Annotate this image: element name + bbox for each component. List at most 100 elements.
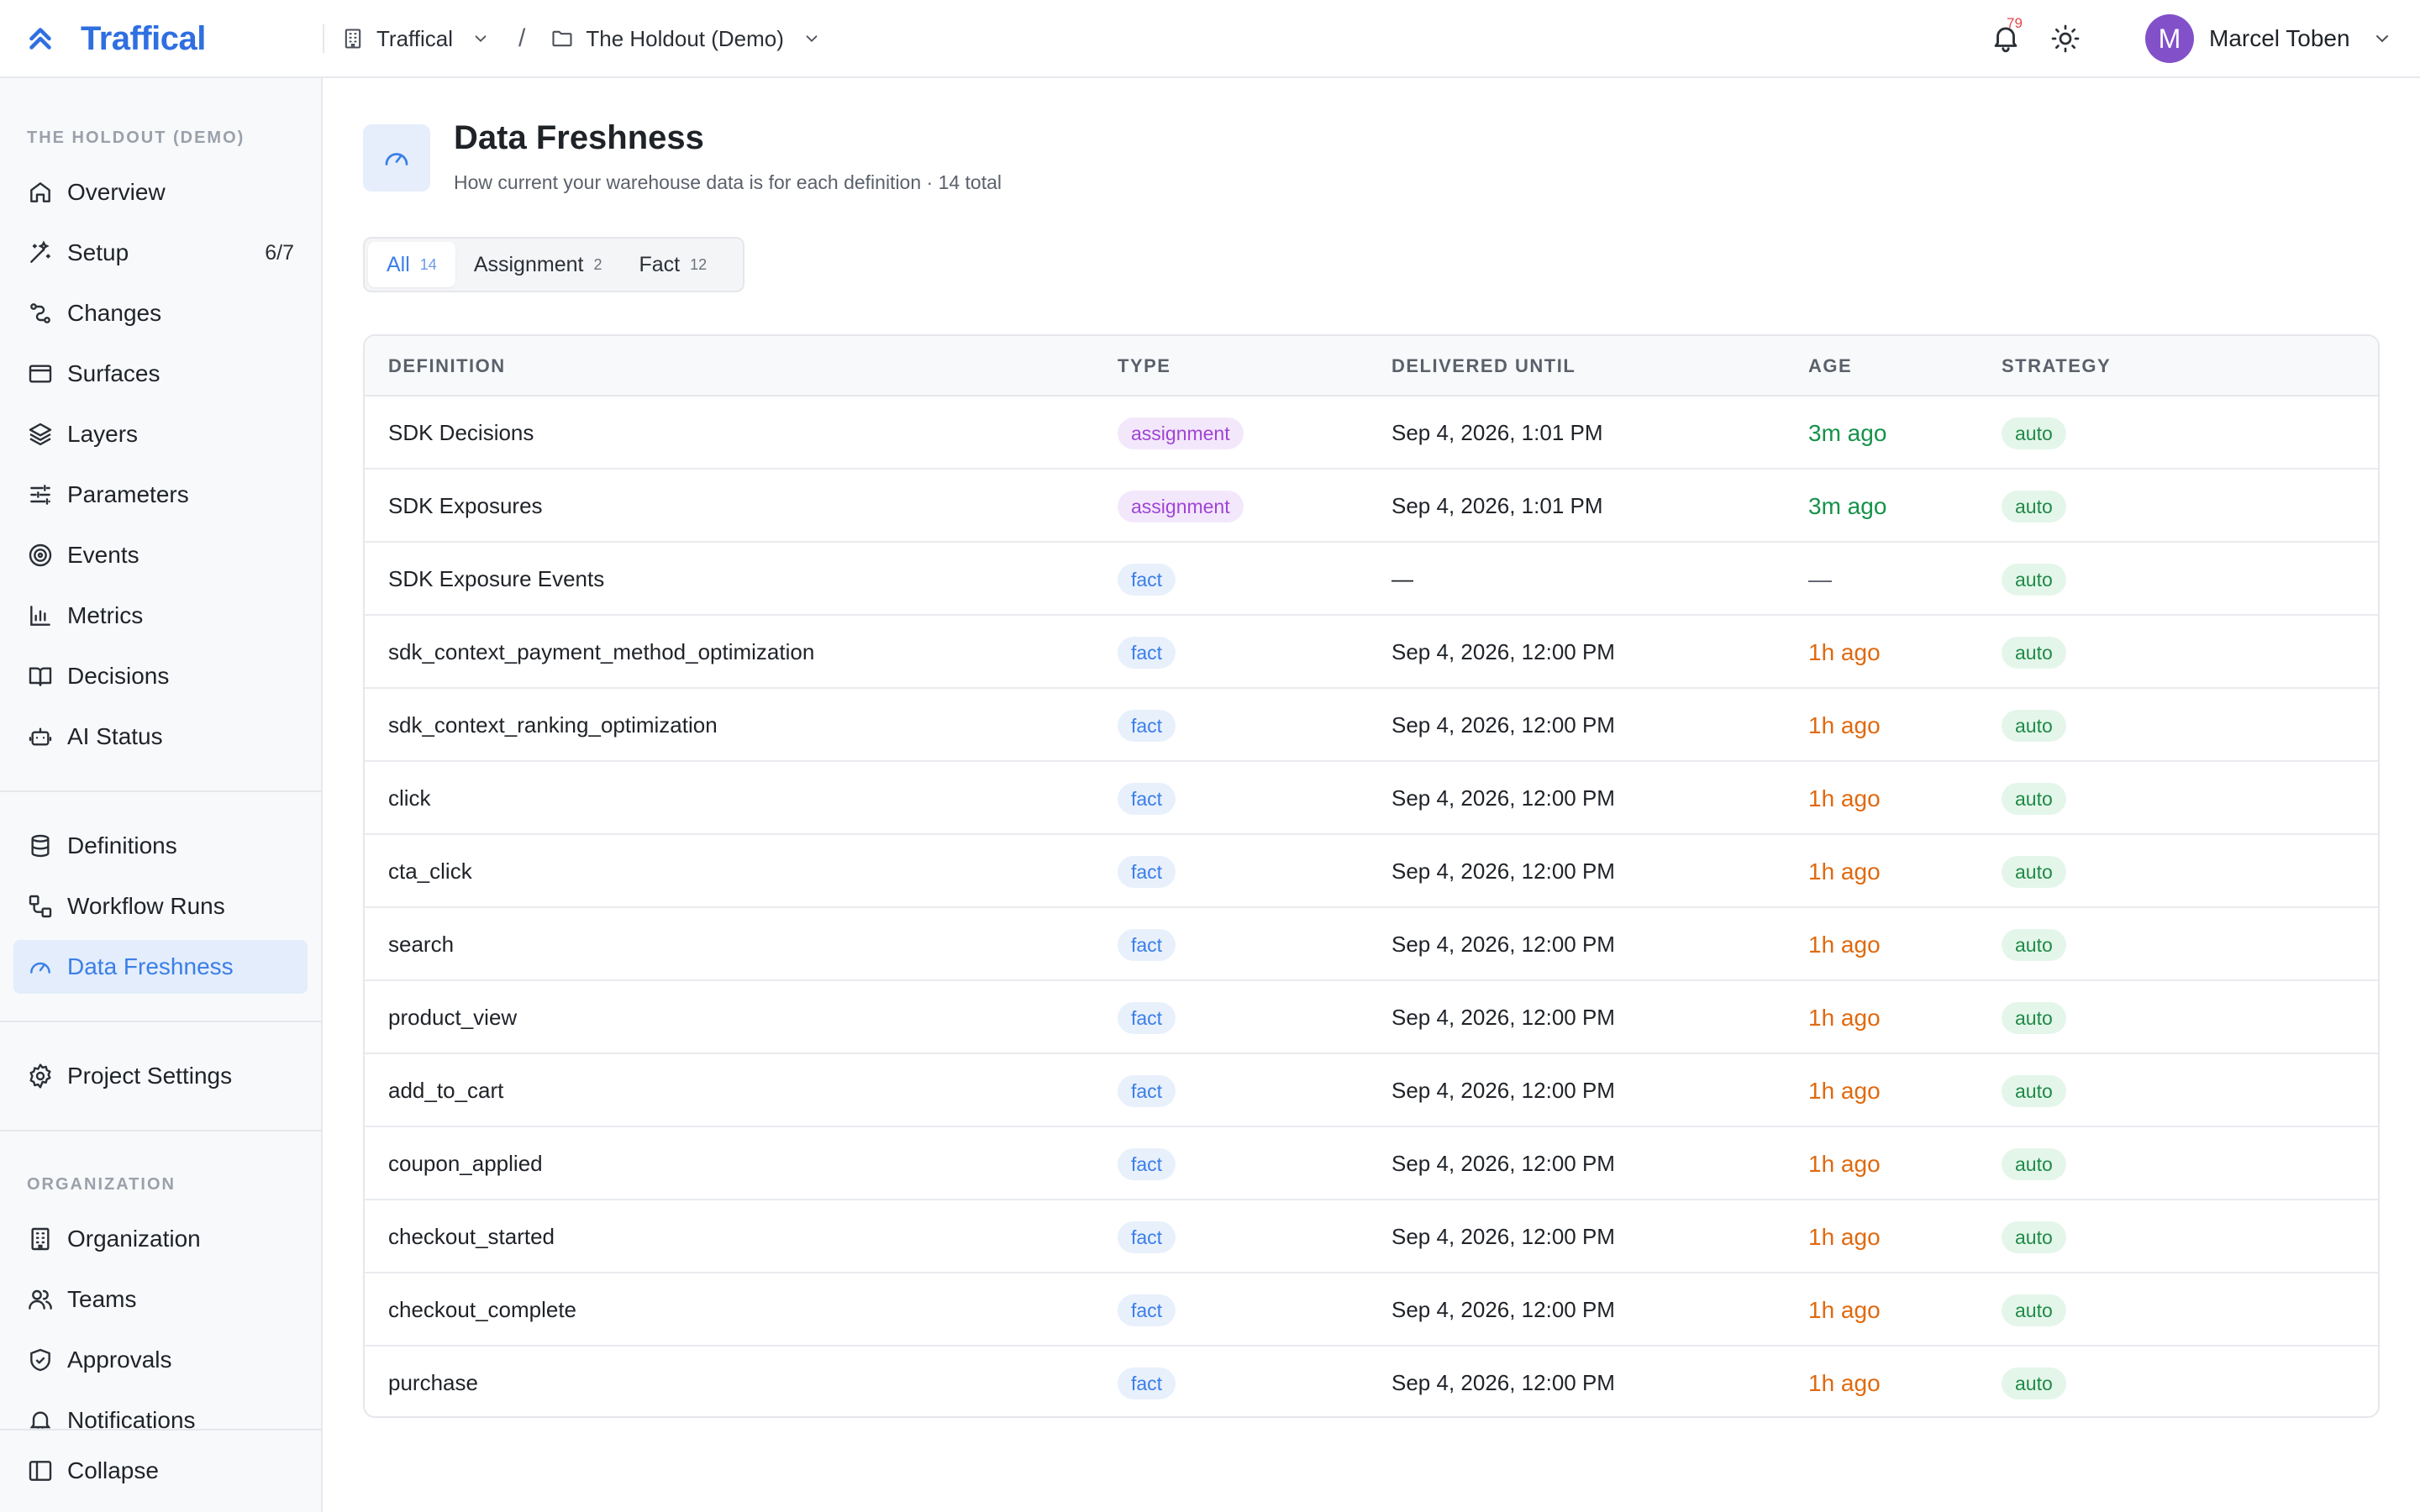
delivered-until-cell: Sep 4, 2026, 12:00 PM <box>1392 908 1615 981</box>
avatar: M <box>2145 14 2194 63</box>
building-icon <box>31 1227 50 1251</box>
strategy-cell: auto <box>2002 1200 2066 1273</box>
column-header-type[interactable]: TYPE <box>1118 336 1171 396</box>
sidebar-item-definitions[interactable]: Definitions <box>13 819 308 873</box>
table-row[interactable]: sdk_context_ranking_optimization fact Sep … <box>365 689 2378 762</box>
strategy-cell: auto <box>2002 616 2066 689</box>
age-cell: 1h ago <box>1808 1127 1881 1200</box>
layers-icon <box>29 423 52 446</box>
column-header-definition[interactable]: DEFINITION <box>388 336 506 396</box>
chevron-down-icon <box>806 35 818 43</box>
sidebar-item-label: Overview <box>67 179 166 205</box>
type-badge: fact <box>1118 563 1176 596</box>
definition-cell: sdk_context_ranking_optimization <box>388 689 718 762</box>
sidebar-item-organization[interactable]: Organization <box>13 1212 308 1266</box>
strategy-badge: auto <box>2002 1221 2066 1253</box>
definition-cell: SDK Decisions <box>388 396 534 470</box>
column-header-strategy[interactable]: STRATEGY <box>2002 336 2111 396</box>
table-row[interactable]: SDK Exposure Events fact — — auto <box>365 543 2378 616</box>
delivered-until-cell: Sep 4, 2026, 12:00 PM <box>1392 981 1615 1054</box>
delivered-until-cell: Sep 4, 2026, 12:00 PM <box>1392 1054 1615 1127</box>
tab-assignment[interactable]: Assignment 2 <box>455 242 621 287</box>
strategy-cell: auto <box>2002 908 2066 981</box>
sidebar-item-workflow-runs[interactable]: Workflow Runs <box>13 879 308 933</box>
table-row[interactable]: checkout_complete fact Sep 4, 2026, 12:00 … <box>365 1273 2378 1347</box>
sidebar-item-layers[interactable]: Layers <box>13 407 308 461</box>
definition-name: SDK Decisions <box>388 420 534 445</box>
column-header-delivered-until[interactable]: DELIVERED UNTIL <box>1392 336 1576 396</box>
strategy-badge: auto <box>2002 1294 2066 1326</box>
type-cell: fact <box>1118 1200 1176 1273</box>
definition-cell: SDK Exposure Events <box>388 543 604 616</box>
sidebar-item-project-settings[interactable]: Project Settings <box>13 1049 308 1103</box>
type-badge: fact <box>1118 1294 1176 1326</box>
sidebar-item-overview[interactable]: Overview <box>13 165 308 219</box>
strategy-badge: auto <box>2002 1147 2066 1180</box>
sidebar-item-metrics[interactable]: Metrics <box>13 589 308 643</box>
table-row[interactable]: purchase fact Sep 4, 2026, 12:00 PM 1h ago a… <box>365 1347 2378 1416</box>
age-value: 1h ago <box>1808 711 1881 738</box>
wand-icon <box>30 240 50 263</box>
age-value: 1h ago <box>1808 1223 1881 1250</box>
type-cell: fact <box>1118 1127 1176 1200</box>
theme-toggle-sun-icon[interactable] <box>2050 24 2081 54</box>
table-row[interactable]: search fact Sep 4, 2026, 12:00 PM 1h ago aut… <box>365 908 2378 981</box>
strategy-cell: auto <box>2002 1273 2066 1347</box>
sidebar-item-ai-status[interactable]: AI Status <box>13 710 308 764</box>
sidebar-item-data-freshness[interactable]: Data Freshness <box>13 940 308 994</box>
traffical-logo-icon <box>29 28 51 50</box>
delivered-until-value: — <box>1392 566 1413 591</box>
breadcrumb-org[interactable]: Traffical <box>341 26 490 52</box>
definition-name: sdk_context_payment_method_optimization <box>388 639 815 664</box>
users-icon <box>29 1289 52 1310</box>
definition-cell: checkout_started <box>388 1200 555 1273</box>
user-menu[interactable]: M Marcel Toben <box>2145 14 2392 63</box>
sidebar-item-surfaces[interactable]: Surfaces <box>13 347 308 401</box>
sidebar-item-label: AI Status <box>67 723 163 749</box>
column-header-age[interactable]: AGE <box>1808 336 1852 396</box>
tab-fact[interactable]: Fact 12 <box>620 242 725 287</box>
table-row[interactable]: checkout_started fact Sep 4, 2026, 12:00 P… <box>365 1200 2378 1273</box>
app-logo[interactable]: Traffical <box>25 18 206 59</box>
breadcrumb-project[interactable]: The Holdout (Demo) <box>550 26 821 52</box>
delivered-until-value: Sep 4, 2026, 12:00 PM <box>1392 1224 1615 1249</box>
sidebar-collapse-icon <box>29 1461 52 1481</box>
sidebar-item-setup[interactable]: Setup 6/7 <box>13 226 308 280</box>
page-title: Data Freshness <box>454 119 704 156</box>
sidebar-item-changes[interactable]: Changes <box>13 286 308 340</box>
sidebar-item-parameters[interactable]: Parameters <box>13 468 308 522</box>
sidebar-item-approvals[interactable]: Approvals <box>13 1333 308 1387</box>
collapse-button[interactable]: Collapse <box>13 1444 308 1498</box>
delivered-until-value: Sep 4, 2026, 12:00 PM <box>1392 1078 1615 1103</box>
type-cell: fact <box>1118 835 1176 908</box>
table-row[interactable]: coupon_applied fact Sep 4, 2026, 12:00 PM 1… <box>365 1127 2378 1200</box>
table-row[interactable]: product_view fact Sep 4, 2026, 12:00 PM 1h … <box>365 981 2378 1054</box>
sidebar-item-label: Definitions <box>67 832 177 858</box>
tab-all[interactable]: All 14 <box>368 242 455 287</box>
type-badge: assignment <box>1118 490 1244 522</box>
table-row[interactable]: cta_click fact Sep 4, 2026, 12:00 PM 1h ago… <box>365 835 2378 908</box>
age-value: 1h ago <box>1808 1369 1881 1396</box>
delivered-until-value: Sep 4, 2026, 12:00 PM <box>1392 712 1615 738</box>
page-subtitle: How current your warehouse data is for e… <box>454 171 1002 193</box>
notifications-count-badge: 79 <box>2007 15 2023 31</box>
freshness-table: DEFINITION TYPE DELIVERED UNTIL AGE STRA… <box>363 334 2380 1418</box>
table-row[interactable]: sdk_context_payment_method_optimization f… <box>365 616 2378 689</box>
type-badge: fact <box>1118 1001 1176 1034</box>
top-bar: Traffical Traffical / The Holdout (Demo)… <box>0 0 2420 78</box>
table-row[interactable]: SDK Exposures assignment Sep 4, 2026, 1:01… <box>365 470 2378 543</box>
sidebar-footer: Collapse <box>0 1429 321 1512</box>
sidebar-item-decisions[interactable]: Decisions <box>13 649 308 703</box>
gauge-icon <box>30 962 50 974</box>
sidebar-item-events[interactable]: Events <box>13 528 308 582</box>
age-value: 1h ago <box>1808 1077 1881 1104</box>
definition-cell: SDK Exposures <box>388 470 543 543</box>
type-badge: fact <box>1118 1074 1176 1107</box>
table-row[interactable]: add_to_cart fact Sep 4, 2026, 12:00 PM 1h a… <box>365 1054 2378 1127</box>
table-row[interactable]: SDK Decisions assignment Sep 4, 2026, 1:01… <box>365 396 2378 470</box>
age-value: — <box>1808 565 1832 592</box>
delivered-until-value: Sep 4, 2026, 12:00 PM <box>1392 1370 1615 1395</box>
sidebar-item-teams[interactable]: Teams <box>13 1273 308 1326</box>
table-row[interactable]: click fact Sep 4, 2026, 12:00 PM 1h ago auto <box>365 762 2378 835</box>
strategy-cell: auto <box>2002 1054 2066 1127</box>
